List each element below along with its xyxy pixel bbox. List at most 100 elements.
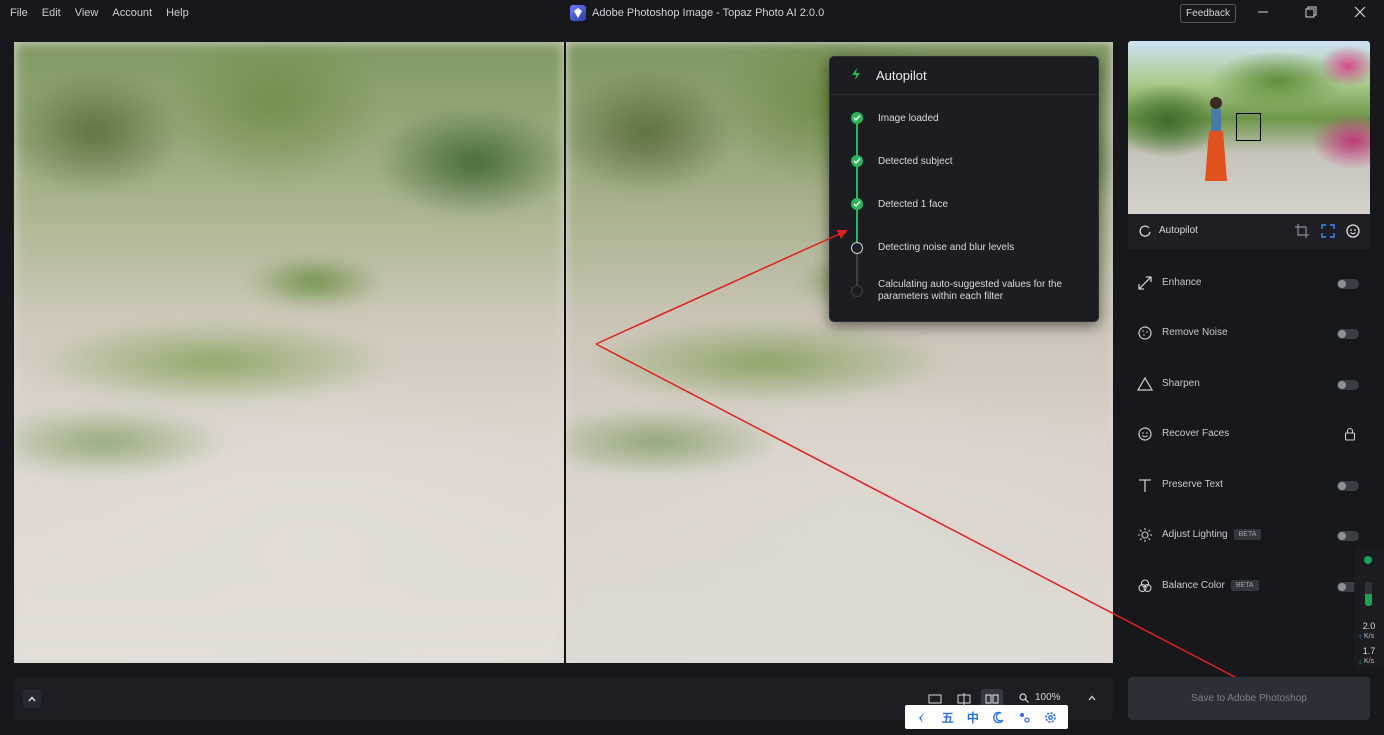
filter-name: Preserve Text (1162, 479, 1223, 490)
zoom-control[interactable]: 100% (1019, 692, 1061, 703)
window-title-text: Adobe Photoshop Image - Topaz Photo AI 2… (592, 7, 825, 19)
feedback-button[interactable]: Feedback (1180, 4, 1236, 23)
download-unit: ↓ K/s (1358, 657, 1375, 666)
filter-name: Enhance (1162, 277, 1202, 288)
filter-toggle[interactable] (1337, 531, 1359, 541)
navigator-thumbnail[interactable] (1128, 41, 1370, 214)
moon-icon[interactable] (992, 711, 1005, 724)
original-image (14, 42, 565, 663)
window-title: Adobe Photoshop Image - Topaz Photo AI 2… (570, 5, 824, 21)
chevron-up-icon[interactable] (1086, 692, 1098, 704)
check-icon (851, 112, 863, 124)
settings-gear-icon[interactable] (1044, 711, 1057, 724)
filter-enhance[interactable]: Enhance (1128, 265, 1370, 305)
menu-bar: File Edit View Account Help (10, 7, 203, 19)
usage-bar (1365, 582, 1372, 606)
crop-icon[interactable] (1295, 224, 1309, 238)
autopilot-popup: Autopilot Image loaded Detected subject … (829, 56, 1099, 322)
lightning-icon (850, 68, 862, 83)
filter-recover-faces[interactable]: Recover Faces (1128, 416, 1370, 456)
upload-speed: 2.0 (1362, 621, 1376, 631)
step-label: Detecting noise and blur levels (878, 242, 1015, 253)
autopilot-title: Autopilot (876, 68, 927, 83)
autopilot-refresh-icon[interactable] (1138, 224, 1152, 238)
ime-wubi-mode[interactable]: 五 (942, 709, 954, 726)
zoom-level: 100% (1035, 692, 1061, 703)
collapse-toggle-button[interactable] (23, 690, 41, 708)
autopilot-step: Detecting noise and blur levels (830, 238, 1100, 258)
lock-icon[interactable] (1344, 427, 1356, 441)
close-button[interactable] (1354, 6, 1370, 22)
single-view-icon (928, 694, 942, 704)
filter-toggle[interactable] (1337, 279, 1359, 289)
title-bar: File Edit View Account Help Adobe Photos… (0, 0, 1384, 28)
upload-unit: ↑ K/s (1358, 632, 1375, 641)
topaz-logo-icon (570, 5, 586, 21)
menu-help[interactable]: Help (166, 7, 189, 19)
network-speed-meter: 2.0 ↑ K/s 1.7 ↓ K/s (1354, 547, 1384, 670)
autopilot-step: Calculating auto-suggested values for th… (830, 279, 1100, 309)
split-view-icon (957, 693, 971, 705)
sun-icon (1137, 527, 1153, 543)
filter-adjust-lighting[interactable]: Adjust Lighting BETA (1128, 517, 1370, 557)
ime-chinese-mode[interactable]: 中 (967, 709, 979, 726)
filter-preserve-text[interactable]: Preserve Text (1128, 467, 1370, 507)
autopilot-step: Image loaded (830, 108, 1100, 128)
restore-button[interactable] (1305, 6, 1321, 22)
filter-name: Remove Noise (1162, 327, 1228, 338)
minimize-button[interactable] (1257, 6, 1273, 22)
autopilot-step: Detected subject (830, 151, 1100, 171)
spinner-icon (851, 242, 863, 254)
check-icon (851, 155, 863, 167)
noise-icon (1137, 325, 1153, 341)
expand-arrows-icon (1137, 275, 1153, 291)
face-detect-icon[interactable] (1346, 224, 1360, 238)
thumbnail-bar: Autopilot (1128, 214, 1370, 249)
magnifier-icon (1019, 692, 1029, 703)
save-to-photoshop-button[interactable]: Save to Adobe Photoshop (1128, 677, 1370, 720)
filter-toggle[interactable] (1337, 380, 1359, 390)
original-preview[interactable] (14, 42, 565, 663)
text-icon (1137, 477, 1153, 493)
triangle-icon (1136, 376, 1154, 392)
menu-file[interactable]: File (10, 7, 28, 19)
viewport-indicator[interactable] (1236, 113, 1261, 141)
check-icon (851, 198, 863, 210)
comparison-divider[interactable] (564, 42, 566, 663)
filter-toggle[interactable] (1337, 481, 1359, 491)
filter-balance-color[interactable]: Balance Color BETA (1128, 568, 1370, 608)
filter-toggle[interactable] (1337, 329, 1359, 339)
menu-edit[interactable]: Edit (42, 7, 61, 19)
step-label: Image loaded (878, 113, 939, 124)
arrow-up-icon: ↑ (1358, 632, 1362, 641)
menu-view[interactable]: View (75, 7, 99, 19)
color-circles-icon (1137, 578, 1153, 594)
step-label: Detected subject (878, 156, 953, 167)
status-dot (1364, 556, 1372, 564)
pending-circle-icon (851, 285, 863, 297)
filter-remove-noise[interactable]: Remove Noise (1128, 315, 1370, 355)
punctuation-icon[interactable] (1018, 711, 1031, 724)
chevron-up-icon (28, 696, 36, 702)
download-speed: 1.7 (1362, 646, 1376, 656)
progress-line-done (856, 118, 858, 248)
face-icon (1137, 426, 1153, 442)
filter-name: Balance Color BETA (1162, 580, 1259, 591)
beta-badge: BETA (1230, 580, 1259, 591)
fullscreen-icon[interactable] (1321, 224, 1335, 238)
usage-bar-fill (1365, 594, 1372, 606)
ime-logo-icon[interactable] (916, 711, 929, 724)
arrow-down-icon: ↓ (1358, 657, 1362, 666)
side-by-side-icon (985, 694, 999, 704)
step-label: Detected 1 face (878, 199, 949, 210)
autopilot-label[interactable]: Autopilot (1159, 225, 1198, 236)
thumbnail-subject (1205, 97, 1227, 181)
beta-badge: BETA (1233, 529, 1262, 540)
step-label: Calculating auto-suggested values for th… (878, 279, 1063, 302)
autopilot-step: Detected 1 face (830, 194, 1100, 214)
filter-name: Sharpen (1162, 378, 1200, 389)
autopilot-header: Autopilot (830, 57, 1098, 95)
menu-account[interactable]: Account (112, 7, 152, 19)
filter-name: Recover Faces (1162, 428, 1230, 439)
filter-sharpen[interactable]: Sharpen (1128, 366, 1370, 406)
